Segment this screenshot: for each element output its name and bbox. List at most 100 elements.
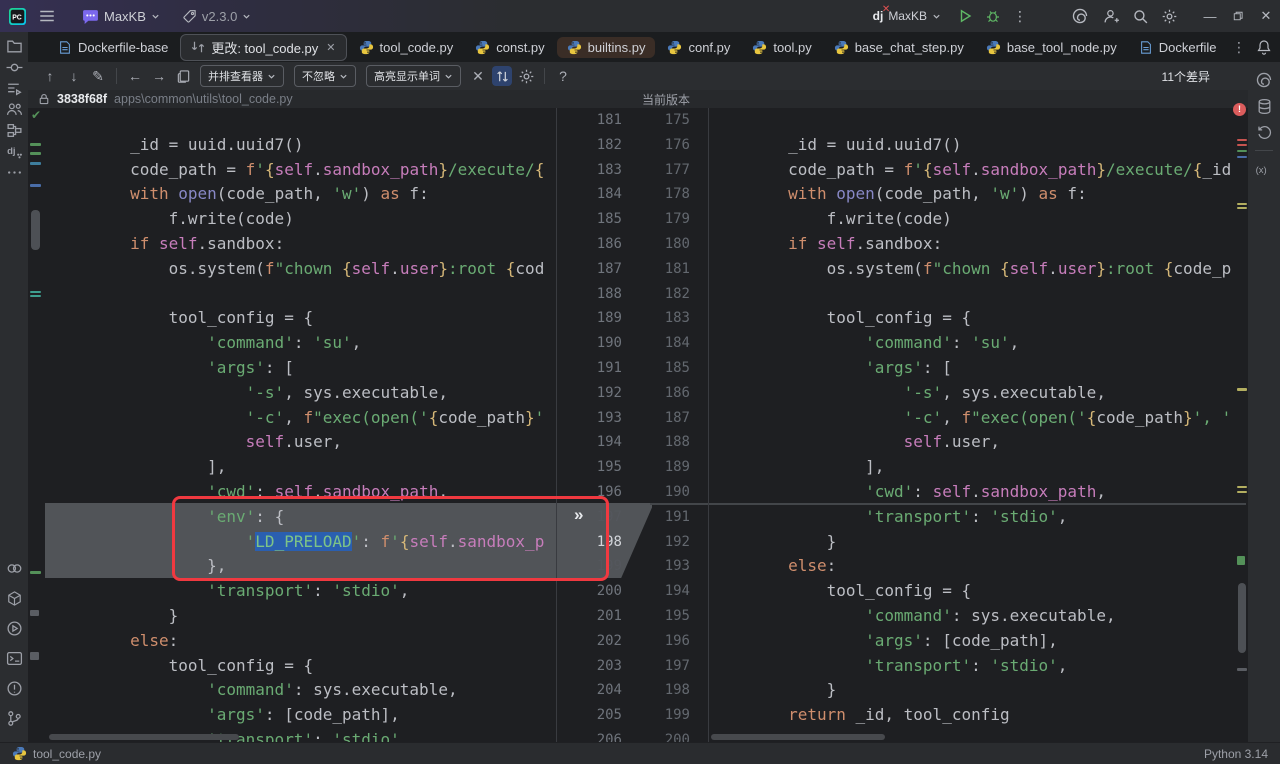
code-line[interactable]: } xyxy=(711,678,1247,703)
code-line[interactable]: 'args': [ xyxy=(711,356,1247,381)
code-line[interactable]: if self.sandbox: xyxy=(53,232,564,257)
main-menu-burger-icon[interactable] xyxy=(38,7,56,25)
right-pane-scrollbar-thumb[interactable] xyxy=(1238,583,1246,653)
code-line[interactable]: 'args': [ xyxy=(53,356,564,381)
minimize-icon[interactable]: — xyxy=(1196,0,1224,32)
code-line[interactable]: os.system(f"chown {self.user}:root {code… xyxy=(711,257,1247,282)
code-line[interactable]: else: xyxy=(53,629,564,654)
error-stripe-mark[interactable] xyxy=(1237,144,1247,146)
code-line[interactable] xyxy=(53,282,564,307)
project-folder-icon[interactable] xyxy=(3,36,25,56)
tab-_tool_code.py[interactable]: 更改: tool_code.py✕ xyxy=(180,34,346,61)
code-line[interactable]: ], xyxy=(711,455,1247,480)
error-stripe-mark[interactable] xyxy=(1237,150,1247,152)
pull-requests-icon[interactable] xyxy=(3,99,25,119)
code-line[interactable]: 'command': sys.executable, xyxy=(53,678,564,703)
synchronize-scrolling-icon[interactable] xyxy=(492,66,512,86)
tab-base_tool_node.py[interactable]: base_tool_node.py xyxy=(976,37,1127,58)
terminal-icon[interactable] xyxy=(3,648,25,668)
code-line[interactable]: 'transport': 'stdio', xyxy=(53,579,564,604)
code-line[interactable]: } xyxy=(53,604,564,629)
run-button[interactable] xyxy=(957,8,973,24)
change-stripe-mark[interactable] xyxy=(1237,203,1247,205)
go-to-changed-file-icon[interactable] xyxy=(173,66,193,86)
version-control-icon[interactable] xyxy=(3,708,25,728)
change-stripe-mark[interactable] xyxy=(1237,668,1247,671)
tab-close-icon[interactable]: ✕ xyxy=(326,41,335,54)
python-packages-icon[interactable] xyxy=(3,558,25,578)
left-code-pane[interactable]: _id = uuid.uuid7() code_path = f'{self.s… xyxy=(45,108,564,742)
settings-gear-icon[interactable] xyxy=(1161,8,1178,25)
change-stripe-mark[interactable] xyxy=(1237,556,1245,565)
error-stripe-mark[interactable] xyxy=(1237,139,1247,141)
close-icon[interactable]: ✕ xyxy=(1252,0,1280,32)
edit-source-icon[interactable]: ✎ xyxy=(88,66,108,86)
code-line[interactable]: f.write(code) xyxy=(711,207,1247,232)
pycharm-logo-icon[interactable]: PC xyxy=(9,8,26,25)
highlight-mode-dropdown[interactable]: 高亮显示单词 xyxy=(366,65,461,87)
code-line[interactable]: ], xyxy=(53,455,564,480)
code-line[interactable]: 'cwd': self.sandbox_path, xyxy=(711,480,1247,505)
run-icon[interactable] xyxy=(3,618,25,638)
code-line[interactable] xyxy=(711,282,1247,307)
left-horizontal-scrollbar[interactable] xyxy=(49,734,239,740)
debug-button[interactable] xyxy=(985,8,1001,24)
code-with-me-icon[interactable] xyxy=(1103,8,1120,25)
code-line[interactable]: '-s', sys.executable, xyxy=(53,381,564,406)
search-everywhere-icon[interactable] xyxy=(1132,8,1149,25)
code-line[interactable]: tool_config = { xyxy=(53,306,564,331)
tab-Dockerfile-base[interactable]: Dockerfile-base xyxy=(48,37,178,58)
more-icon[interactable] xyxy=(3,162,25,182)
code-line[interactable]: if self.sandbox: xyxy=(711,232,1247,257)
previous-difference-icon[interactable]: ↑ xyxy=(40,66,60,86)
tab-base_chat_step.py[interactable]: base_chat_step.py xyxy=(824,37,974,58)
change-stripe-mark[interactable] xyxy=(1237,491,1247,493)
right-code-pane[interactable]: _id = uuid.uuid7() code_path = f'{self.s… xyxy=(710,108,1247,742)
tab-conf.py[interactable]: conf.py xyxy=(657,37,740,58)
maximize-icon[interactable] xyxy=(1224,0,1252,32)
code-line[interactable]: tool_config = { xyxy=(711,306,1247,331)
compare-previous-file-icon[interactable]: ← xyxy=(125,66,145,86)
collapse-unchanged-icon[interactable]: ✕ xyxy=(468,66,488,86)
history-icon[interactable] xyxy=(1253,122,1275,142)
code-line[interactable]: 'command': sys.executable, xyxy=(711,604,1247,629)
code-line[interactable] xyxy=(711,108,1247,133)
code-line[interactable]: with open(code_path, 'w') as f: xyxy=(53,182,564,207)
ai-assistant-icon[interactable] xyxy=(1071,7,1089,25)
left-pane-scrollbar-thumb[interactable] xyxy=(31,210,40,250)
inspection-error-badge[interactable]: ! xyxy=(1233,103,1246,116)
find-lines-icon[interactable] xyxy=(3,78,25,98)
status-file-widget[interactable]: tool_code.py xyxy=(12,746,101,761)
change-stripe-mark[interactable] xyxy=(1237,388,1247,391)
ai-assistant-icon[interactable] xyxy=(1253,70,1275,90)
structure-icon[interactable] xyxy=(3,120,25,140)
code-line[interactable]: return _id, tool_config xyxy=(711,703,1247,728)
code-line[interactable]: 'args': [code_path], xyxy=(711,629,1247,654)
tab-builtins.py[interactable]: builtins.py xyxy=(557,37,656,58)
services-icon[interactable] xyxy=(3,588,25,608)
django-structure-icon[interactable]: dj xyxy=(3,141,25,161)
code-line[interactable]: } xyxy=(711,530,1247,555)
code-line[interactable]: else: xyxy=(711,554,1247,579)
code-line[interactable]: 'transport': 'stdio', xyxy=(711,654,1247,679)
code-line[interactable]: self.user, xyxy=(53,430,564,455)
code-line[interactable]: os.system(f"chown {self.user}:root {cod xyxy=(53,257,564,282)
sciview-icon[interactable]: (x) xyxy=(1253,159,1275,179)
tab-const.py[interactable]: const.py xyxy=(465,37,554,58)
notifications-bell-icon[interactable] xyxy=(1256,39,1272,55)
code-line[interactable]: f.write(code) xyxy=(53,207,564,232)
change-stripe-mark[interactable] xyxy=(1237,486,1247,488)
more-run-options-icon[interactable]: ⋮ xyxy=(1013,8,1027,25)
problems-icon[interactable] xyxy=(3,678,25,698)
right-horizontal-scrollbar[interactable] xyxy=(711,734,885,740)
whitespace-ignore-dropdown[interactable]: 不忽略 xyxy=(294,65,356,87)
code-line[interactable]: with open(code_path, 'w') as f: xyxy=(711,182,1247,207)
error-stripe-mark[interactable] xyxy=(1237,156,1247,158)
code-line[interactable] xyxy=(53,108,564,133)
project-widget[interactable]: MaxKB xyxy=(82,8,160,25)
diff-settings-gear-icon[interactable] xyxy=(516,66,536,86)
help-icon[interactable]: ? xyxy=(553,66,573,86)
inspections-ok-icon[interactable]: ✔ xyxy=(31,108,41,122)
tab-tool.py[interactable]: tool.py xyxy=(742,37,821,58)
tab-Dockerfile[interactable]: Dockerfile xyxy=(1129,37,1227,58)
